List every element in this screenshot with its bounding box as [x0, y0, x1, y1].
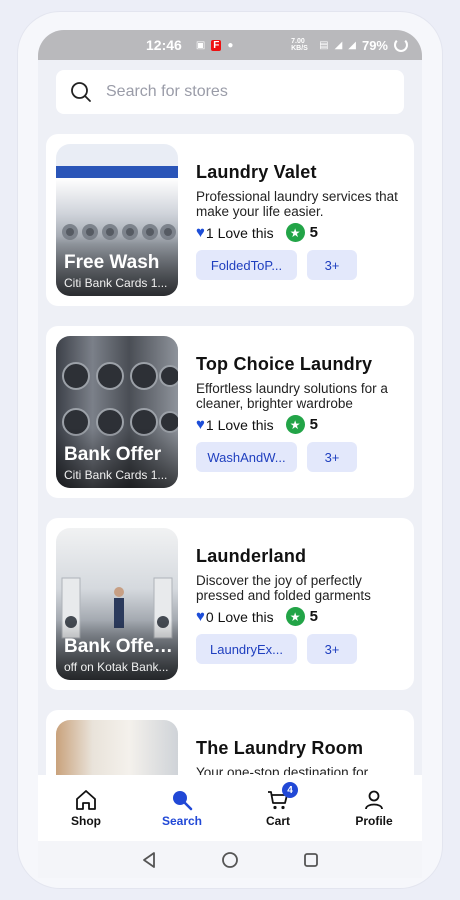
store-name: Launderland [196, 546, 307, 566]
store-card[interactable]: Bank Offer Citi Bank Cards 1... Top Choi… [46, 326, 414, 498]
battery-percent: 79% [361, 37, 388, 53]
nav-shop-label: Shop [71, 814, 101, 828]
love-count: 1 Love this [205, 224, 274, 241]
store-list[interactable]: Free Wash Citi Bank Cards 1... Laundry V… [46, 134, 414, 878]
volte-icon: ▤ [319, 39, 329, 51]
heart-icon[interactable]: ♥ [196, 416, 205, 433]
offer-title: Bank Offer [64, 444, 162, 465]
love-count: 0 Love this [205, 608, 274, 625]
app-notification-icon: F [211, 39, 222, 51]
back-icon[interactable] [140, 851, 158, 869]
store-name: The Laundry Room [196, 738, 364, 758]
offer-title: Free Wash [64, 252, 160, 273]
nav-profile[interactable]: Profile [334, 788, 414, 828]
store-description: Professional laundry services that make … [196, 189, 398, 219]
more-tags-button[interactable]: 3+ [307, 250, 357, 280]
offer-subtitle: Citi Bank Cards 1... [64, 468, 168, 482]
store-description: Effortless laundry solutions for a clean… [196, 381, 388, 411]
battery-icon [394, 38, 408, 52]
search-icon [173, 791, 193, 811]
app-screen: 12:46 ▣ F ● 7.00 KB/S ▤ ◢ ◢ 79% Search f… [38, 30, 422, 878]
home-circle-icon[interactable] [221, 851, 239, 869]
nav-shop[interactable]: Shop [46, 788, 126, 828]
search-icon [71, 82, 91, 102]
status-time: 12:46 [146, 37, 182, 53]
star-icon: ★ [285, 607, 305, 626]
signal-icon: ◢ [348, 39, 356, 51]
more-tags-button[interactable]: 3+ [307, 634, 357, 664]
notification-icon: ▣ [195, 39, 206, 51]
heart-icon[interactable]: ♥ [196, 608, 205, 625]
cart-count-badge: 4 [282, 782, 298, 798]
store-card[interactable]: Bank Offer... off on Kotak Bank... Laund… [46, 518, 414, 690]
star-icon: ★ [285, 223, 305, 242]
rating-value: 5 [309, 608, 318, 625]
store-name: Top Choice Laundry [196, 354, 373, 374]
love-count: 1 Love this [205, 416, 274, 433]
star-icon: ★ [285, 415, 305, 434]
rating-value: 5 [309, 224, 318, 241]
home-icon [76, 790, 96, 810]
service-tag[interactable]: LaundryEx... [196, 634, 297, 664]
service-tag[interactable]: WashAndW... [196, 442, 297, 472]
store-image: Bank Offer... off on Kotak Bank... [56, 528, 178, 680]
rating-value: 5 [309, 416, 318, 433]
store-image: Free Wash Citi Bank Cards 1... [56, 144, 178, 296]
profile-icon [365, 790, 383, 810]
nav-profile-label: Profile [355, 814, 393, 828]
search-input[interactable]: Search for stores [56, 70, 404, 114]
bottom-nav: Shop Search 4 Cart Profile [38, 775, 422, 841]
nav-search-label: Search [161, 814, 203, 828]
nav-cart[interactable]: 4 Cart [238, 782, 318, 828]
offer-subtitle: Citi Bank Cards 1... [64, 276, 168, 290]
store-description: Discover the joy of perfectly pressed an… [196, 573, 371, 603]
nav-cart-label: Cart [265, 814, 290, 828]
heart-icon[interactable]: ♥ [196, 224, 205, 241]
system-nav-bar [38, 841, 422, 878]
status-bar: 12:46 ▣ F ● 7.00 KB/S ▤ ◢ ◢ 79% [38, 30, 422, 60]
search-placeholder: Search for stores [106, 83, 228, 100]
store-name: Laundry Valet [196, 162, 317, 182]
store-image: Bank Offer Citi Bank Cards 1... [56, 336, 178, 488]
service-tag[interactable]: FoldedToP... [196, 250, 297, 280]
nav-search[interactable]: Search [142, 788, 222, 828]
more-tags-button[interactable]: 3+ [307, 442, 357, 472]
dot-icon: ● [227, 39, 234, 51]
offer-subtitle: off on Kotak Bank... [64, 660, 169, 674]
recents-icon[interactable] [302, 851, 320, 869]
signal-5g-icon: ◢ [334, 39, 343, 51]
network-speed: 7.00 KB/S [291, 38, 308, 52]
offer-title: Bank Offer... [64, 636, 174, 657]
store-card[interactable]: Free Wash Citi Bank Cards 1... Laundry V… [46, 134, 414, 306]
